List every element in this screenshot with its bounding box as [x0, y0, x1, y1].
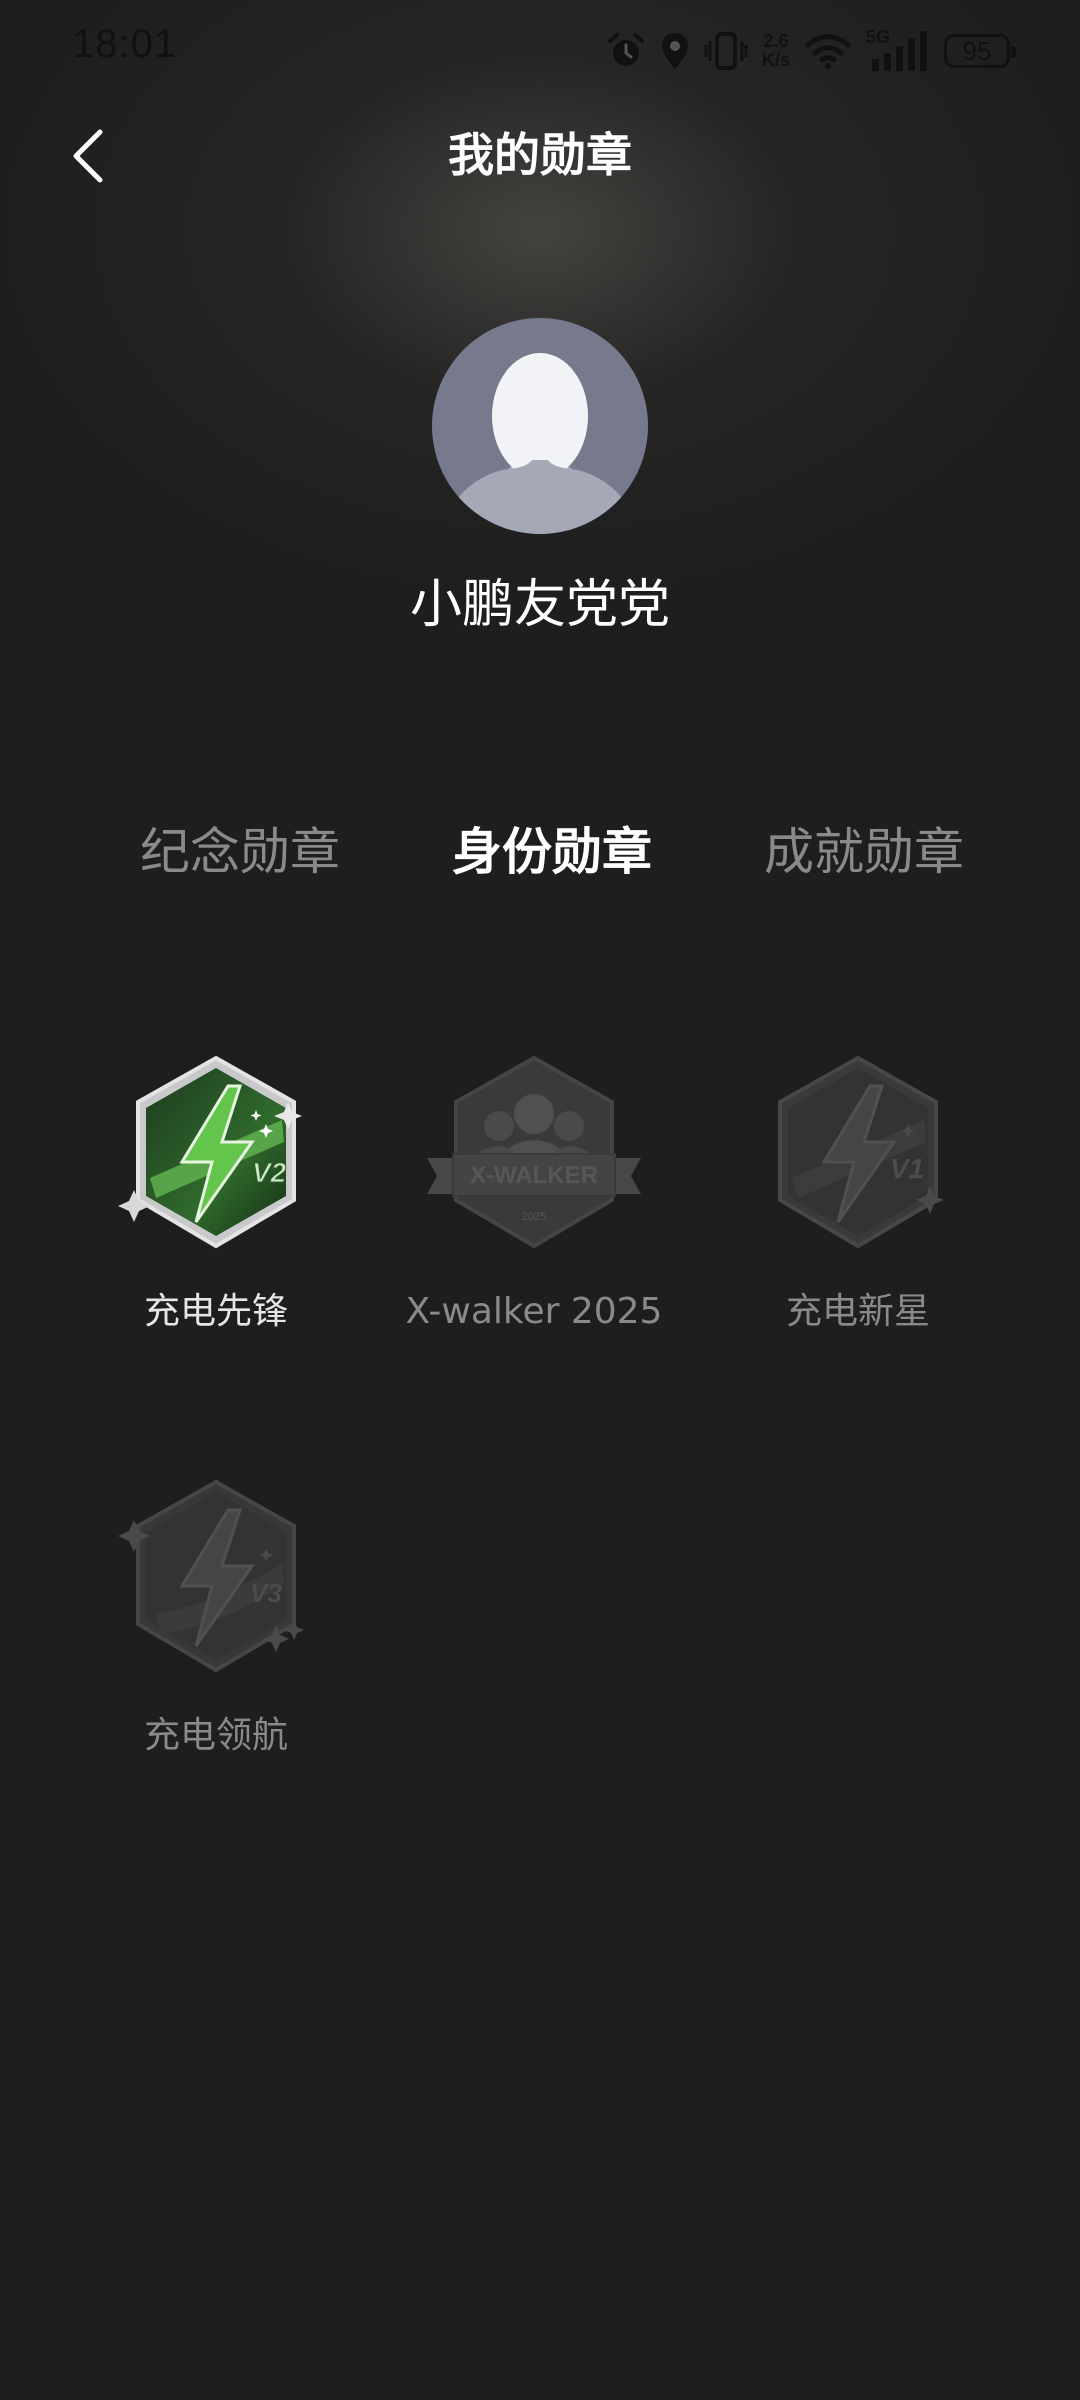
badge-item[interactable]: X-WALKER 2025 X-walker 2025	[404, 1050, 664, 1336]
tab-identity[interactable]: 身份勋章	[422, 812, 682, 892]
battery-level: 95	[962, 35, 992, 66]
status-bar: 18:01 2.6 K/s 5G 95	[0, 0, 1080, 100]
svg-text:V2: V2	[252, 1157, 287, 1188]
status-icons: 2.6 K/s 5G 95	[606, 26, 1016, 76]
signal-bars-icon	[872, 31, 927, 71]
badge-item[interactable]: V2 充电先锋	[86, 1050, 346, 1336]
badge-category-tabs: 纪念勋章 身份勋章 成就勋章	[0, 812, 1080, 892]
svg-text:V1: V1	[890, 1153, 924, 1184]
alarm-icon	[607, 33, 644, 66]
avatar[interactable]	[432, 318, 648, 534]
network-speed: 2.6 K/s	[762, 32, 790, 70]
network-speed-value: 2.6	[763, 31, 789, 51]
badge-label: 充电领航	[143, 1715, 288, 1756]
wifi-icon	[805, 34, 851, 69]
badge-label: X-walker 2025	[405, 1291, 663, 1332]
network-speed-unit: K/s	[761, 50, 790, 70]
page-title: 我的勋章	[448, 128, 632, 182]
badge-ribbon-text: X-WALKER	[470, 1162, 598, 1189]
vibrate-icon	[704, 32, 748, 70]
badge-item[interactable]: V3 充电领航	[86, 1474, 346, 1760]
tab-achievement[interactable]: 成就勋章	[734, 812, 994, 892]
screen: 18:01 2.6 K/s 5G 95 我的勋章 小鹏友党党 纪念勋章 身份勋章…	[0, 0, 1080, 2400]
badge-label: 充电新星	[785, 1291, 930, 1332]
default-avatar-icon	[432, 353, 648, 534]
lightning-v2-badge-icon: V2	[118, 1055, 302, 1249]
badge-item[interactable]: V1 充电新星	[728, 1050, 988, 1336]
cellular-signal: 5G	[866, 27, 930, 73]
badge-label: 充电先锋	[143, 1291, 288, 1332]
xwalker-group-badge-icon: X-WALKER 2025	[427, 1055, 641, 1249]
tab-commemorative[interactable]: 纪念勋章	[110, 812, 370, 892]
battery-indicator: 95	[944, 34, 1016, 68]
username: 小鹏友党党	[409, 575, 670, 635]
status-time: 18:01	[72, 22, 178, 66]
svg-text:V3: V3	[250, 1578, 282, 1608]
location-icon	[661, 33, 688, 69]
badge-year-text: 2025	[522, 1211, 546, 1223]
lightning-v3-badge-icon: V3	[118, 1479, 304, 1673]
lightning-v1-badge-icon: V1	[778, 1055, 944, 1249]
